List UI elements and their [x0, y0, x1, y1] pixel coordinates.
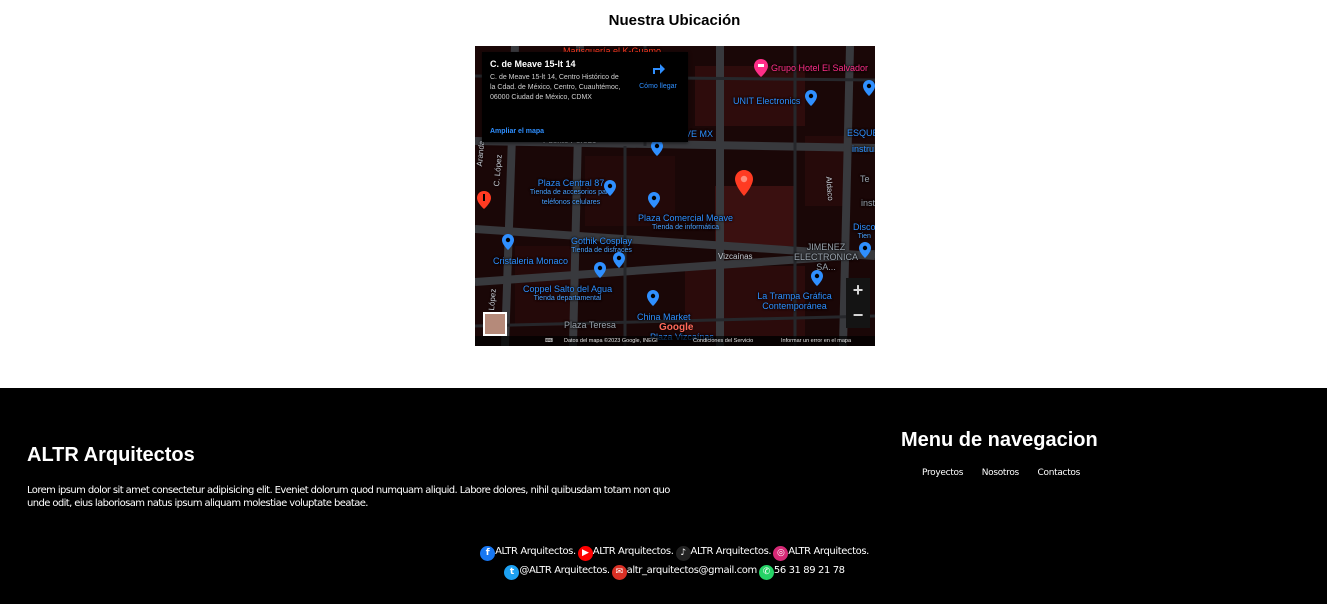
shop-pin-icon[interactable] [613, 252, 625, 273]
place-la-trampa[interactable]: La Trampa Gráfica Contemporánea [757, 291, 832, 311]
zoom-out-button[interactable]: − [846, 303, 870, 328]
location-title: Nuestra Ubicación [608, 12, 741, 29]
social-label: ALTR Arquitectos. [592, 546, 674, 557]
hotel-pin-icon[interactable] [754, 59, 768, 82]
directions-label: Cómo llegar [639, 83, 677, 90]
place-plaza-comercial[interactable]: Plaza Comercial Meave Tienda de informát… [638, 213, 733, 233]
place-china-market[interactable]: China Market [637, 312, 691, 322]
street-lopez: López [487, 288, 498, 311]
shop-pin-icon[interactable] [651, 140, 663, 161]
place-inst[interactable]: inst [861, 198, 875, 208]
zoom-in-button[interactable]: + [846, 278, 870, 303]
whatsapp-icon: ✆ [758, 565, 774, 580]
google-logo: Google [659, 322, 694, 333]
enlarge-map-link[interactable]: Ampliar el mapa [490, 128, 544, 135]
embedded-map[interactable]: Marisquería el K-Guamo Grupo Hotel El Sa… [475, 46, 875, 346]
shop-pin-icon[interactable] [648, 192, 660, 213]
social-link-instagram[interactable]: ◎ ALTR Arquitectos. [773, 546, 869, 561]
place-jimenez[interactable]: JIMENEZ ELECTRONICA SA... [791, 242, 861, 272]
keyboard-icon[interactable]: ⌨ [545, 336, 553, 346]
footer-brand: ALTR Arquitectos [27, 444, 195, 466]
nav-link-proyectos[interactable]: Proyectos [922, 468, 963, 478]
place-te[interactable]: Te [860, 174, 870, 184]
shop-pin-icon[interactable] [859, 242, 871, 263]
street-vizcainas: Vizcaínas [718, 252, 753, 261]
place-coppel[interactable]: Coppel Salto del Agua Tienda departament… [523, 284, 612, 304]
shop-pin-icon[interactable] [647, 290, 659, 311]
social-row-2: t @ALTR Arquitectos. ✉ altr_arquitectos@gma… [0, 565, 1327, 580]
email-icon: ✉ [611, 565, 627, 580]
shop-pin-icon[interactable] [502, 234, 514, 255]
nav-heading: Menu de navegacion [901, 429, 1098, 451]
nav-link-nosotros[interactable]: Nosotros [982, 468, 1020, 478]
social-row-1: f ALTR Arquitectos. ▶ ALTR Arquitectos. ♪ ALT… [0, 546, 1327, 561]
location-marker-icon[interactable] [735, 170, 753, 201]
restaurant-pin-icon[interactable] [477, 191, 491, 214]
social-label: altr_arquitectos@gmail.com [626, 565, 758, 576]
social-link-tiktok[interactable]: ♪ ALTR Arquitectos. [675, 546, 772, 561]
directions-icon [653, 64, 665, 74]
youtube-icon: ▶ [577, 546, 593, 561]
instagram-icon: ◎ [773, 546, 789, 561]
report-error-link[interactable]: Informar un error en el mapa [781, 336, 851, 346]
facebook-icon: f [480, 546, 496, 561]
place-address: C. de Meave 15-lt 14, Centro Histórico d… [490, 74, 621, 101]
place-disco[interactable]: Disco Tien [853, 222, 875, 242]
place-esque[interactable]: ESQUE [847, 128, 875, 138]
social-link-facebook[interactable]: f ALTR Arquitectos. [480, 546, 576, 561]
social-link-twitter[interactable]: t @ALTR Arquitectos. [504, 565, 610, 580]
social-label: 56 31 89 21 78 [773, 565, 845, 576]
terms-link[interactable]: Condiciones del Servicio [693, 336, 753, 346]
zoom-control: + − [846, 278, 870, 328]
social-label: ALTR Arquitectos. [690, 546, 772, 557]
shop-pin-icon[interactable] [604, 180, 616, 201]
footer-description: Lorem ipsum dolor sit amet consectetur a… [27, 485, 670, 509]
place-instru[interactable]: instru [852, 144, 874, 154]
twitter-icon: t [504, 565, 520, 580]
map-attribution: ⌨ Datos del mapa ©2023 Google, INEGI Con… [475, 336, 875, 346]
shop-pin-icon[interactable] [811, 270, 823, 291]
satellite-toggle-thumbnail[interactable] [483, 312, 507, 336]
shop-pin-icon[interactable] [805, 90, 817, 111]
social-label: ALTR Arquitectos. [495, 546, 576, 557]
footer: ALTR Arquitectos Lorem ipsum dolor sit a… [0, 388, 1327, 604]
tiktok-icon: ♪ [675, 546, 691, 561]
place-cristaleria[interactable]: Cristaleria Monaco [493, 256, 568, 266]
directions-button[interactable]: Cómo llegar [630, 60, 686, 90]
social-link-youtube[interactable]: ▶ ALTR Arquitectos. [577, 546, 674, 561]
place-wave[interactable]: VE MX [685, 129, 713, 139]
shop-pin-icon[interactable] [863, 80, 875, 101]
nav-link-contactos[interactable]: Contactos [1038, 468, 1081, 478]
map-info-card: C. de Meave 15-lt 14 C. de Meave 15-lt 1… [482, 52, 688, 142]
social-link-email[interactable]: ✉ altr_arquitectos@gmail.com [611, 565, 758, 580]
place-hotel[interactable]: Grupo Hotel El Salvador [771, 63, 868, 73]
footer-nav: Proyectos Nosotros Contactos [922, 468, 1096, 478]
social-link-whatsapp[interactable]: ✆ 56 31 89 21 78 [758, 565, 845, 580]
social-label: ALTR Arquitectos. [788, 546, 869, 557]
social-label: @ALTR Arquitectos. [519, 565, 610, 576]
place-unit[interactable]: UNIT Electronics [733, 96, 800, 106]
place-plaza-teresa[interactable]: Plaza Teresa [564, 320, 616, 330]
map-data-credit: Datos del mapa ©2023 Google, INEGI [564, 338, 658, 344]
shop-pin-icon[interactable] [594, 262, 606, 283]
